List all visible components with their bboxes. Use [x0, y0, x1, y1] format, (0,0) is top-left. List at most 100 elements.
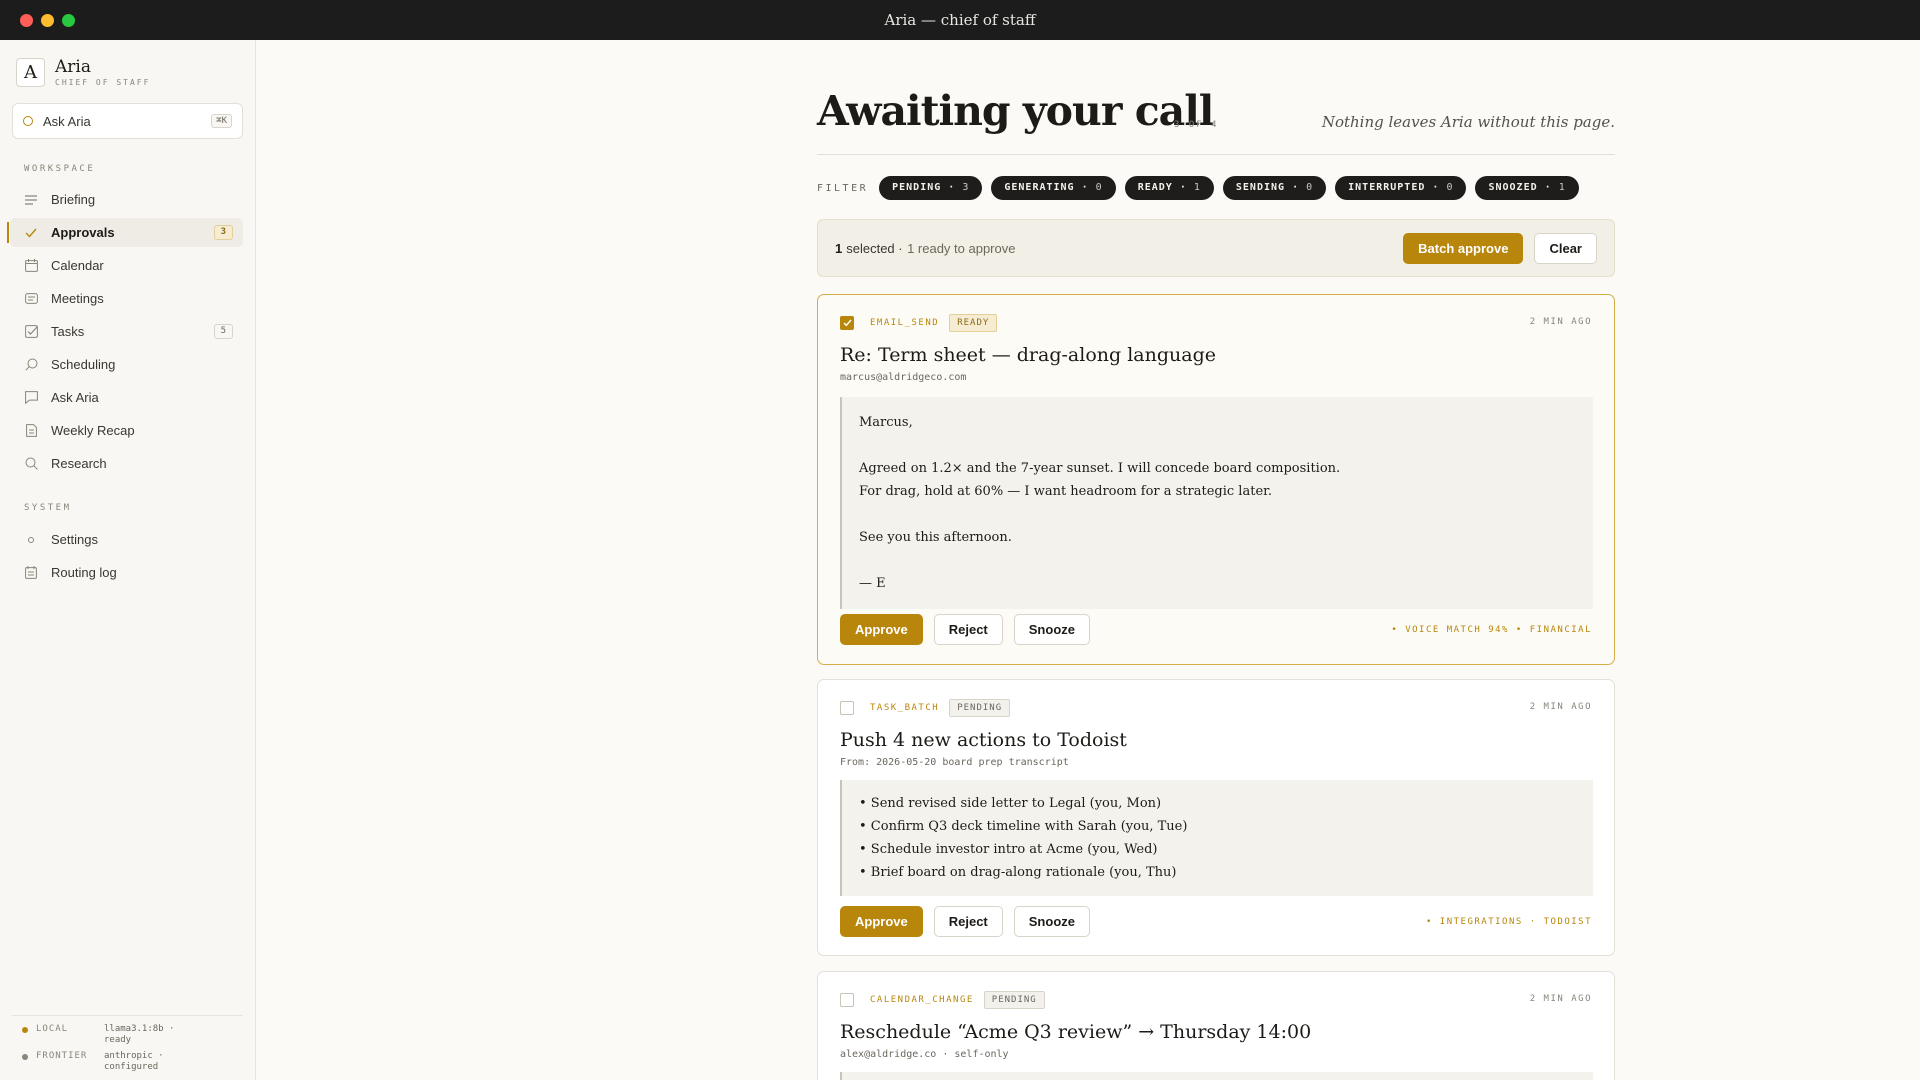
window-titlebar: Aria — chief of staff [0, 0, 1920, 40]
sidebar-item-approvals[interactable]: Approvals 3 [7, 218, 243, 247]
task-item: • Brief board on drag-along rationale (y… [859, 865, 1177, 880]
local-model-status: LOCAL llama3.1:8b · ready [12, 1024, 243, 1046]
filter-chip-pending[interactable]: PENDING · 3 [879, 176, 983, 200]
search-icon [23, 116, 33, 126]
document-icon [24, 424, 38, 438]
reject-button[interactable]: Reject [933, 906, 1003, 937]
brand-name: Aria [55, 56, 91, 77]
select-checkbox[interactable] [840, 993, 854, 1007]
lines-icon [24, 193, 38, 207]
page-header: Awaiting your call 3 OF 4 Nothing leaves… [817, 40, 1615, 155]
card-type: EMAIL_SEND [870, 318, 940, 328]
sidebar-item-label: Briefing [51, 192, 96, 207]
sidebar-item-ask-aria[interactable]: Ask Aria [10, 383, 243, 412]
body-line: For drag, hold at 60% — I want headroom … [859, 484, 1273, 499]
approval-card-task-batch[interactable]: TASK_BATCH PENDING 2 MIN AGO Push 4 new … [817, 679, 1615, 956]
chip-count: 3 [962, 182, 970, 193]
body-line: Agreed on 1.2× and the 7-year sunset. I … [859, 461, 1341, 476]
card-source: From: 2026-05-20 board prep transcript [840, 757, 1069, 768]
card-title: Reschedule “Acme Q3 review” → Thursday 1… [840, 1021, 1312, 1043]
selected-text: selected · [846, 240, 903, 256]
sidebar-item-settings[interactable]: Settings [10, 525, 243, 554]
sidebar-item-meetings[interactable]: Meetings [10, 284, 243, 313]
batch-approve-button[interactable]: Batch approve [1403, 232, 1524, 264]
sidebar-item-briefing[interactable]: Briefing [10, 185, 243, 214]
snooze-button[interactable]: Snooze [1013, 906, 1090, 937]
filter-chip-ready[interactable]: READY · 1 [1124, 176, 1214, 200]
filter-chip-generating[interactable]: GENERATING · 0 [991, 176, 1116, 200]
sidebar-item-calendar[interactable]: Calendar [10, 251, 243, 280]
card-recipient: alex@aldridge.co · self-only [840, 1049, 1009, 1060]
approve-button[interactable]: Approve [840, 906, 923, 937]
brand-subtitle: CHIEF OF STAFF [55, 77, 151, 87]
ask-aria-search[interactable]: Ask Aria ⌘K [12, 103, 243, 139]
sidebar-item-label: Tasks [51, 324, 85, 339]
sidebar-item-label: Meetings [51, 291, 104, 306]
page-count: 3 OF 4 [1174, 120, 1219, 130]
ready-count-text: 1 ready to approve [907, 240, 1016, 256]
card-title: Push 4 new actions to Todoist [840, 729, 1127, 751]
sidebar-item-scheduling[interactable]: Scheduling [10, 350, 243, 379]
approval-card-email[interactable]: EMAIL_SEND READY 2 MIN AGO Re: Term shee… [817, 294, 1615, 665]
snooze-button[interactable]: Snooze [1013, 614, 1090, 645]
task-item: • Send revised side letter to Legal (you… [859, 796, 1162, 811]
body-line: Marcus, [859, 415, 913, 430]
card-tags: • VOICE MATCH 94% • FINANCIAL [1391, 625, 1592, 635]
filter-chip-snoozed[interactable]: SNOOZED · 1 [1475, 176, 1579, 200]
meetings-icon [24, 292, 38, 306]
model-value: llama3.1:8b · ready [104, 1024, 175, 1045]
chip-count: 1 [1193, 182, 1201, 193]
dot-icon [24, 533, 38, 547]
checkmark-icon [843, 319, 852, 327]
model-value: anthropic · configured [104, 1051, 164, 1072]
card-timestamp: 2 MIN AGO [1529, 994, 1592, 1004]
select-checkbox[interactable] [840, 701, 854, 715]
approve-button[interactable]: Approve [840, 614, 923, 645]
filter-chip-interrupted[interactable]: INTERRUPTED · 0 [1335, 176, 1467, 200]
brand-logo: A [16, 58, 45, 87]
calendar-icon [24, 259, 38, 273]
filter-chip-sending[interactable]: SENDING · 0 [1222, 176, 1327, 200]
status-dot-icon [22, 1027, 28, 1033]
card-title: Re: Term sheet — drag-along language [840, 344, 1216, 366]
chip-label: PENDING [892, 182, 942, 193]
window-title: Aria — chief of staff [884, 11, 1036, 29]
brand[interactable]: A Aria CHIEF OF STAFF [16, 58, 150, 87]
sidebar-item-research[interactable]: Research [10, 449, 243, 478]
sidebar-item-label: Routing log [51, 565, 117, 580]
scheduling-icon [24, 358, 38, 372]
status-badge: PENDING [949, 699, 1011, 717]
sidebar-item-weekly-recap[interactable]: Weekly Recap [10, 416, 243, 445]
email-draft-body: Marcus, Agreed on 1.2× and the 7-year su… [840, 397, 1593, 609]
workspace-section-label: WORKSPACE [24, 164, 96, 174]
status-dot-icon [22, 1054, 28, 1060]
clear-selection-button[interactable]: Clear [1534, 232, 1597, 264]
task-list-body: • Send revised side letter to Legal (you… [840, 780, 1593, 896]
sidebar-item-label: Scheduling [51, 357, 116, 372]
system-nav: Settings Routing log [10, 525, 243, 591]
calendar-change-body [840, 1072, 1593, 1080]
reject-button[interactable]: Reject [933, 614, 1003, 645]
chip-label: INTERRUPTED [1348, 182, 1426, 193]
chip-count: 0 [1446, 182, 1454, 193]
sidebar-item-tasks[interactable]: Tasks 5 [10, 317, 243, 346]
chip-count: 0 [1095, 182, 1103, 193]
card-actions: Approve Reject Snooze [840, 906, 1090, 937]
log-icon [24, 566, 38, 580]
approval-card-calendar-change[interactable]: CALENDAR_CHANGE PENDING 2 MIN AGO Resche… [817, 971, 1615, 1080]
task-item: • Confirm Q3 deck timeline with Sarah (y… [859, 819, 1188, 834]
approvals-count-badge: 3 [213, 225, 233, 240]
selection-bar: 1 selected · 1 ready to approve Batch ap… [817, 219, 1615, 277]
sidebar-item-label: Research [51, 456, 107, 471]
status-badge: PENDING [983, 991, 1045, 1009]
card-recipient: marcus@aldridgeco.com [840, 372, 967, 383]
check-icon [24, 226, 38, 240]
select-checkbox[interactable] [840, 316, 854, 330]
sidebar-item-label: Calendar [51, 258, 104, 273]
sidebar-item-routing-log[interactable]: Routing log [10, 558, 243, 587]
sidebar-item-label: Approvals [51, 225, 115, 240]
sidebar-item-label: Weekly Recap [51, 423, 135, 438]
approvals-main: Awaiting your call 3 OF 4 Nothing leaves… [817, 40, 1615, 1080]
card-type: TASK_BATCH [870, 703, 940, 713]
model-kind: FRONTIER [36, 1051, 88, 1061]
